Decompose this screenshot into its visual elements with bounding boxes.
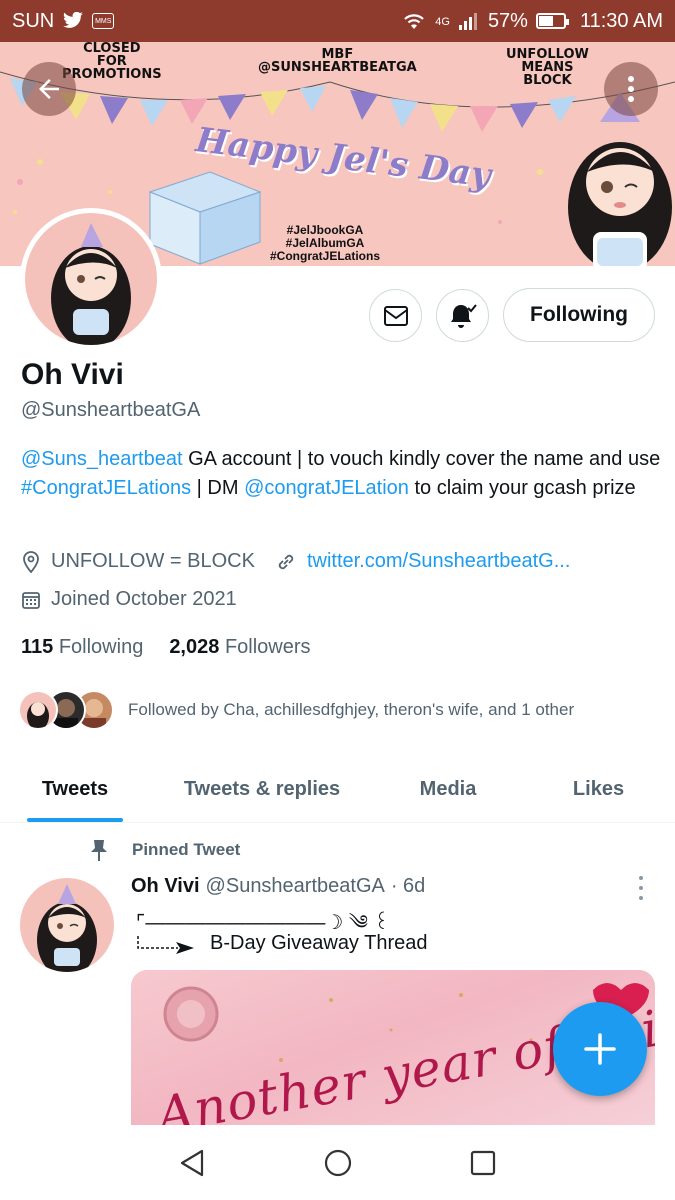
location-pin-icon — [23, 550, 39, 573]
gift-box — [148, 171, 262, 265]
arrow-left-icon — [39, 79, 59, 99]
clock: 11:30 AM — [579, 9, 663, 32]
followed-by-row[interactable]: Followed by Cha, achillesdfghjey, theron… — [18, 690, 574, 730]
tab-tweets-replies[interactable]: Tweets & replies — [150, 756, 374, 822]
status-bar: SUN MMS 4G 57% 11:30 AM — [0, 0, 675, 42]
profile-website-link[interactable]: twitter.com/SunsheartbeatG... — [307, 550, 570, 573]
signal-icon — [458, 13, 477, 30]
banner-hashtags: #JelJbookGA #JelAlbumGA #CongratJELation… — [270, 223, 381, 263]
twitter-bird-icon — [63, 12, 84, 28]
bio-text: to claim your gcash prize — [408, 477, 636, 499]
tweet-more-button[interactable] — [636, 876, 646, 900]
nav-recents-icon[interactable] — [468, 1148, 498, 1178]
wifi-icon — [404, 14, 425, 29]
banner-unfollow-text: UNFOLLOW MEANS BLOCK — [506, 47, 589, 88]
tweet-text: B-Day Giveaway Thread — [136, 932, 428, 955]
tweet-text-content: B-Day Giveaway Thread — [210, 932, 428, 954]
more-vertical-icon — [628, 76, 634, 102]
pinned-label: Pinned Tweet — [132, 840, 241, 859]
plus-icon — [584, 1033, 616, 1065]
bio-text: | DM — [191, 477, 245, 499]
system-nav-bar — [0, 1125, 675, 1200]
profile-avatar[interactable] — [20, 208, 162, 350]
link-icon — [278, 554, 294, 569]
bio-mention-link[interactable]: @congratJELation — [244, 477, 409, 499]
notifications-button[interactable] — [436, 289, 489, 342]
followed-by-text: Followed by Cha, achillesdfghjey, theron… — [128, 700, 575, 719]
chibi-character — [568, 92, 672, 266]
tab-media[interactable]: Media — [374, 756, 522, 822]
carrier-label: SUN — [12, 9, 55, 32]
profile-location: UNFOLLOW = BLOCK — [51, 550, 255, 572]
battery-icon — [535, 13, 569, 29]
profile-handle: @SunsheartbeatGA — [21, 399, 201, 421]
profile-meta-row: UNFOLLOW = BLOCK twitter.com/Sunsheartbe… — [21, 550, 570, 573]
banner-closed-text: CLOSED FOR PROMOTIONS — [62, 42, 162, 82]
nav-home-icon[interactable] — [323, 1148, 353, 1178]
message-button[interactable] — [369, 289, 422, 342]
banner-mbf-text: MBF @SUNSHEARTBEATGA — [258, 47, 417, 75]
mms-icon: MMS — [92, 13, 115, 29]
followers-count-link[interactable]: 2,028 Followers — [169, 636, 310, 659]
tab-tweets[interactable]: Tweets — [0, 756, 150, 822]
tweet-author-name[interactable]: Oh Vivi — [131, 875, 200, 898]
battery-fill — [538, 16, 553, 26]
tweet-author-handle: @SunsheartbeatGA — [205, 875, 385, 897]
profile-joined-row: Joined October 2021 — [21, 588, 237, 611]
follow-counts: 115 Following 2,028 Followers — [21, 636, 311, 659]
tweet-author-avatar[interactable] — [20, 878, 114, 972]
nav-back-icon[interactable] — [178, 1148, 208, 1178]
follower-avatar — [18, 690, 58, 730]
network-label: 4G — [435, 15, 450, 28]
bio-mention-link[interactable]: @Suns_heartbeat — [21, 448, 183, 470]
avatar-image — [51, 223, 131, 345]
bio-text: GA account | to vouch kindly cover the n… — [182, 448, 661, 470]
compose-tweet-button[interactable] — [553, 1002, 647, 1096]
pin-icon — [91, 840, 107, 861]
envelope-icon — [383, 305, 408, 326]
calendar-icon — [22, 591, 40, 609]
arrow-right-icon — [137, 935, 194, 954]
bell-check-icon — [450, 303, 477, 328]
back-button[interactable] — [22, 62, 76, 116]
tab-likes[interactable]: Likes — [522, 756, 675, 822]
tweet-header: Oh Vivi @SunsheartbeatGA · 6d — [131, 875, 425, 898]
following-button[interactable]: Following — [503, 288, 655, 342]
profile-bio: @Suns_heartbeat GA account | to vouch ki… — [21, 445, 661, 503]
following-count-link[interactable]: 115 Following — [21, 636, 143, 659]
profile-tabs: Tweets Tweets & replies Media Likes — [0, 756, 675, 823]
profile-name: Oh Vivi — [21, 358, 124, 391]
battery-percent: 57% — [487, 9, 528, 32]
pinned-indicator: Pinned Tweet — [88, 838, 240, 862]
profile-joined: Joined October 2021 — [51, 588, 237, 610]
tweet-time: · 6d — [390, 875, 426, 897]
avatar-image — [37, 884, 97, 972]
more-options-button[interactable] — [604, 62, 658, 116]
bio-hashtag-link[interactable]: #CongratJELations — [21, 477, 191, 499]
